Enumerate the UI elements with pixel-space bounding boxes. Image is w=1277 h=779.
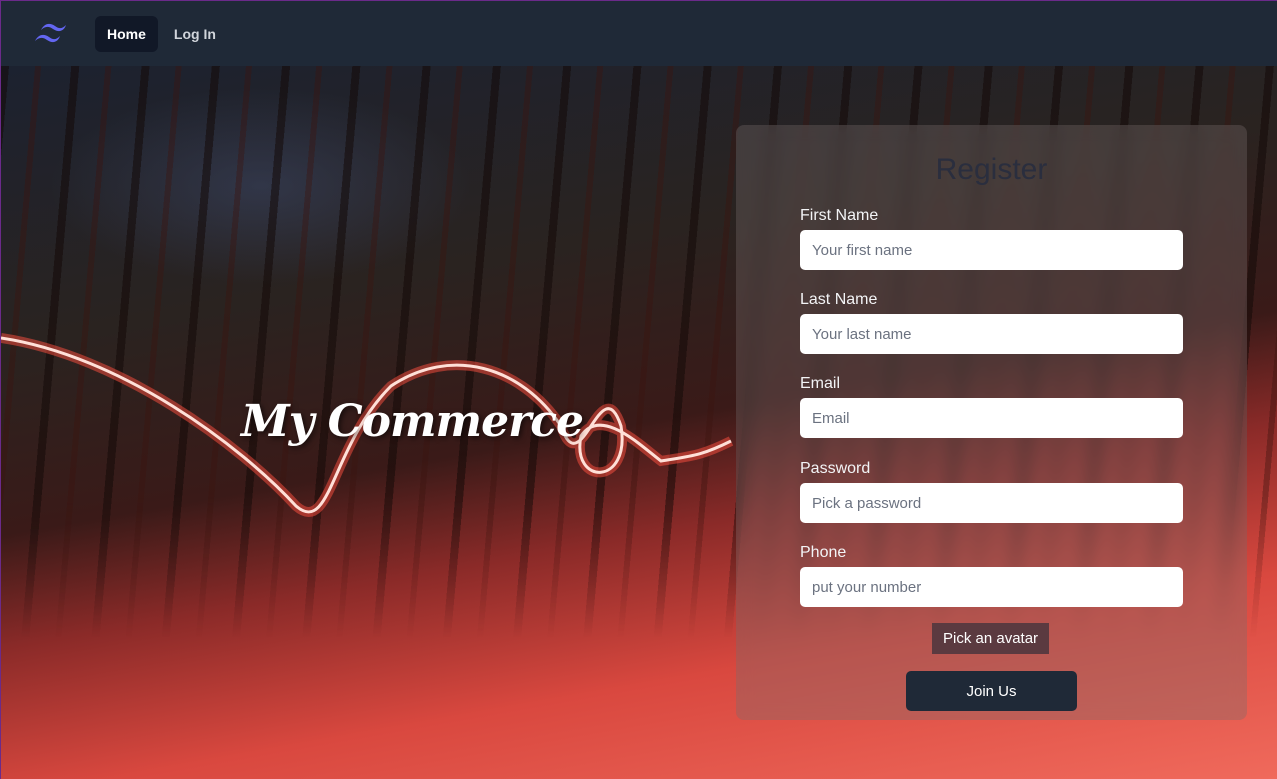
password-group: Password <box>800 460 1183 523</box>
last-name-label: Last Name <box>800 291 878 308</box>
join-us-button[interactable]: Join Us <box>906 671 1077 711</box>
logo-icon[interactable] <box>33 19 73 49</box>
register-form: Register First Name Last Name Email Pass… <box>736 125 1247 720</box>
password-label: Password <box>800 460 871 477</box>
email-label: Email <box>800 375 841 392</box>
navbar: Home Log In <box>1 1 1277 66</box>
form-title: Register <box>935 153 1048 186</box>
password-input[interactable] <box>800 483 1183 523</box>
last-name-input[interactable] <box>800 314 1183 354</box>
pick-avatar-button[interactable]: Pick an avatar <box>932 623 1050 654</box>
first-name-group: First Name <box>800 207 1183 270</box>
email-group: Email <box>800 375 1183 438</box>
phone-group: Phone <box>800 544 1183 607</box>
last-name-group: Last Name <box>800 291 1183 354</box>
first-name-input[interactable] <box>800 230 1183 270</box>
first-name-label: First Name <box>800 207 879 224</box>
brand-title: My Commerce <box>241 396 584 447</box>
nav-home[interactable]: Home <box>95 15 158 52</box>
phone-input[interactable] <box>800 567 1183 607</box>
phone-label: Phone <box>800 544 847 561</box>
email-input[interactable] <box>800 398 1183 438</box>
nav-login[interactable]: Log In <box>162 16 228 52</box>
